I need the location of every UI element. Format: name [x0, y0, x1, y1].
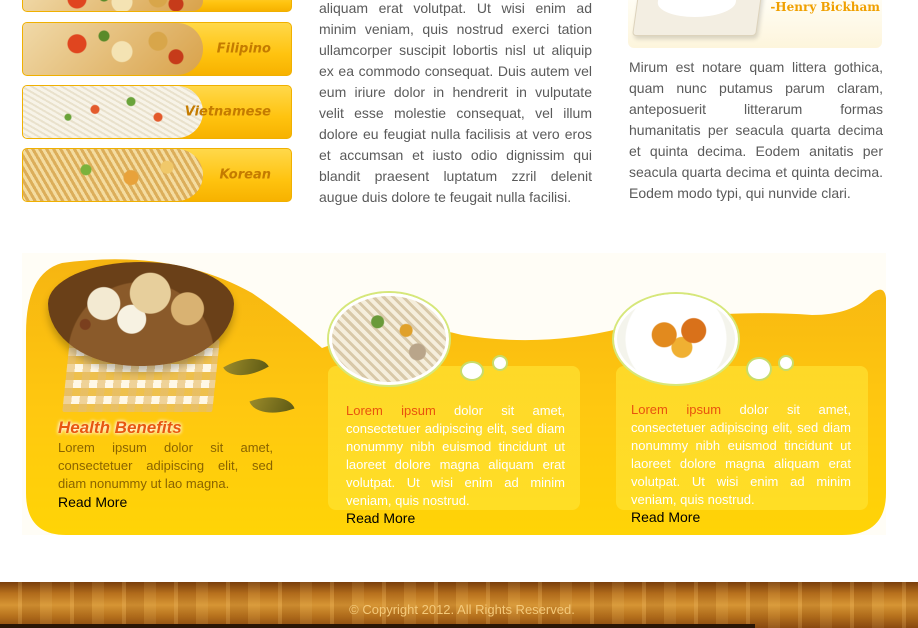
feature-title: Health Benefits — [58, 418, 182, 437]
footer: © Copyright 2012. All Rights Reserved. — [0, 582, 918, 628]
category-button-filipino[interactable]: Filipino — [22, 22, 292, 76]
korean-food-image — [23, 149, 203, 201]
category-button-vietnamese[interactable]: Vietnamese — [22, 85, 292, 139]
feature-2-text: Lorem ipsum dolor sit amet, consectetuer… — [346, 402, 565, 510]
feature-2-body: dolor sit amet, consectetuer adipiscing … — [346, 403, 565, 508]
category-button-top[interactable] — [22, 0, 292, 12]
feature-3-body: dolor sit amet, consectetuer adipiscing … — [631, 402, 851, 507]
feature-3-read-more-link[interactable]: Read More — [631, 509, 700, 525]
right-column-text: Mirum est notare quam littera gothica, q… — [629, 59, 883, 201]
decorative-bubble — [460, 361, 484, 381]
copyright-text: © Copyright 2012. All Rights Reserved. — [349, 602, 575, 617]
category-label-filipino: Filipino — [216, 41, 271, 57]
feature-2-highlight: Lorem ipsum — [346, 403, 436, 418]
decorative-bubble — [778, 355, 794, 371]
category-button-korean[interactable]: Korean — [22, 148, 292, 202]
footer-bottom-bar — [0, 624, 755, 628]
plate-image — [632, 0, 764, 36]
middle-column-text: aliquam erat volutpat. Ut wisi enim ad m… — [319, 0, 592, 205]
feature-1-text: Lorem ipsum dolor sit amet, consectetuer… — [58, 440, 273, 491]
category-label-korean: Korean — [219, 167, 271, 183]
category-food-image — [23, 0, 203, 11]
vietnamese-food-image — [23, 86, 203, 138]
quote-author: -Henry Bickham — [770, 0, 880, 14]
feature-2-read-more-link[interactable]: Read More — [346, 510, 415, 526]
decorative-bubble — [746, 357, 772, 381]
filipino-food-image — [23, 23, 203, 75]
feature-1-read-more-link[interactable]: Read More — [58, 494, 127, 510]
feature-3-highlight: Lorem ipsum — [631, 402, 722, 417]
category-label-vietnamese: Vietnamese — [184, 104, 271, 120]
pasta-dish-image — [329, 293, 449, 385]
feature-3-text: Lorem ipsum dolor sit amet, consectetuer… — [631, 401, 851, 509]
quote-box: -Henry Bickham — [628, 0, 882, 48]
curry-dish-image — [614, 294, 738, 384]
decorative-bubble — [492, 355, 508, 371]
